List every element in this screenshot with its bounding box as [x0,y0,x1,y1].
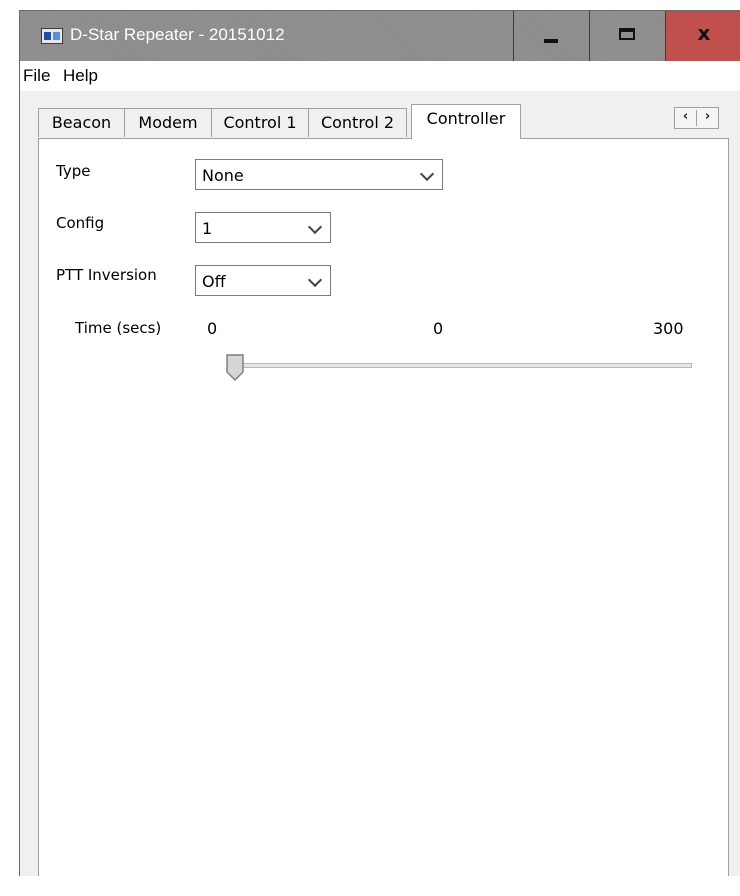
menu-bar: File Help [20,61,740,91]
time-slider-track[interactable] [230,363,692,368]
title-bar[interactable]: D-Star Repeater - 20151012 x [20,11,740,61]
tab-scroll-left-button[interactable]: ‹ [675,109,696,124]
config-select[interactable]: 1 [195,212,331,243]
tab-scroll-right-button[interactable]: › [697,109,718,124]
close-button[interactable]: x [665,11,740,61]
controller-panel: Type None Config 1 PTT Inversion Off Tim… [38,138,729,879]
menu-file[interactable]: File [23,66,50,86]
minimize-button[interactable] [513,11,589,61]
tab-modem[interactable]: Modem [124,108,212,137]
window-bottom-edge [19,876,740,896]
ptt-inversion-select[interactable]: Off [195,265,331,296]
type-select-value: None [202,166,244,185]
slider-current-value: 0 [433,319,444,338]
time-slider-thumb[interactable] [224,354,246,381]
chevron-down-icon [307,219,323,235]
chevron-down-icon [307,272,323,288]
tab-beacon[interactable]: Beacon [38,108,125,137]
tab-scroll-arrows: ‹ › [674,107,719,129]
time-label: Time (secs) [75,319,162,337]
maximize-button[interactable] [589,11,665,61]
config-label: Config [56,214,105,232]
tab-strip: Beacon Modem Control 1 Control 2 Control… [20,91,740,139]
maximize-icon [619,28,635,40]
tab-controller[interactable]: Controller [411,104,521,139]
ptt-inversion-label: PTT Inversion [56,266,157,284]
type-select[interactable]: None [195,159,443,190]
config-select-value: 1 [202,219,213,238]
tab-control-2[interactable]: Control 2 [308,108,407,137]
chevron-down-icon [419,166,435,182]
slider-max-value: 300 [653,319,684,338]
window-title: D-Star Repeater - 20151012 [70,25,285,44]
menu-help[interactable]: Help [63,66,98,86]
slider-min-value: 0 [207,319,218,338]
type-label: Type [56,162,91,180]
minimize-icon [544,39,558,43]
main-window: D-Star Repeater - 20151012 x File Help B… [19,10,740,887]
app-icon[interactable] [41,28,63,44]
ptt-inversion-select-value: Off [202,272,226,291]
close-icon: x [697,21,711,45]
tab-control-1[interactable]: Control 1 [211,108,309,137]
